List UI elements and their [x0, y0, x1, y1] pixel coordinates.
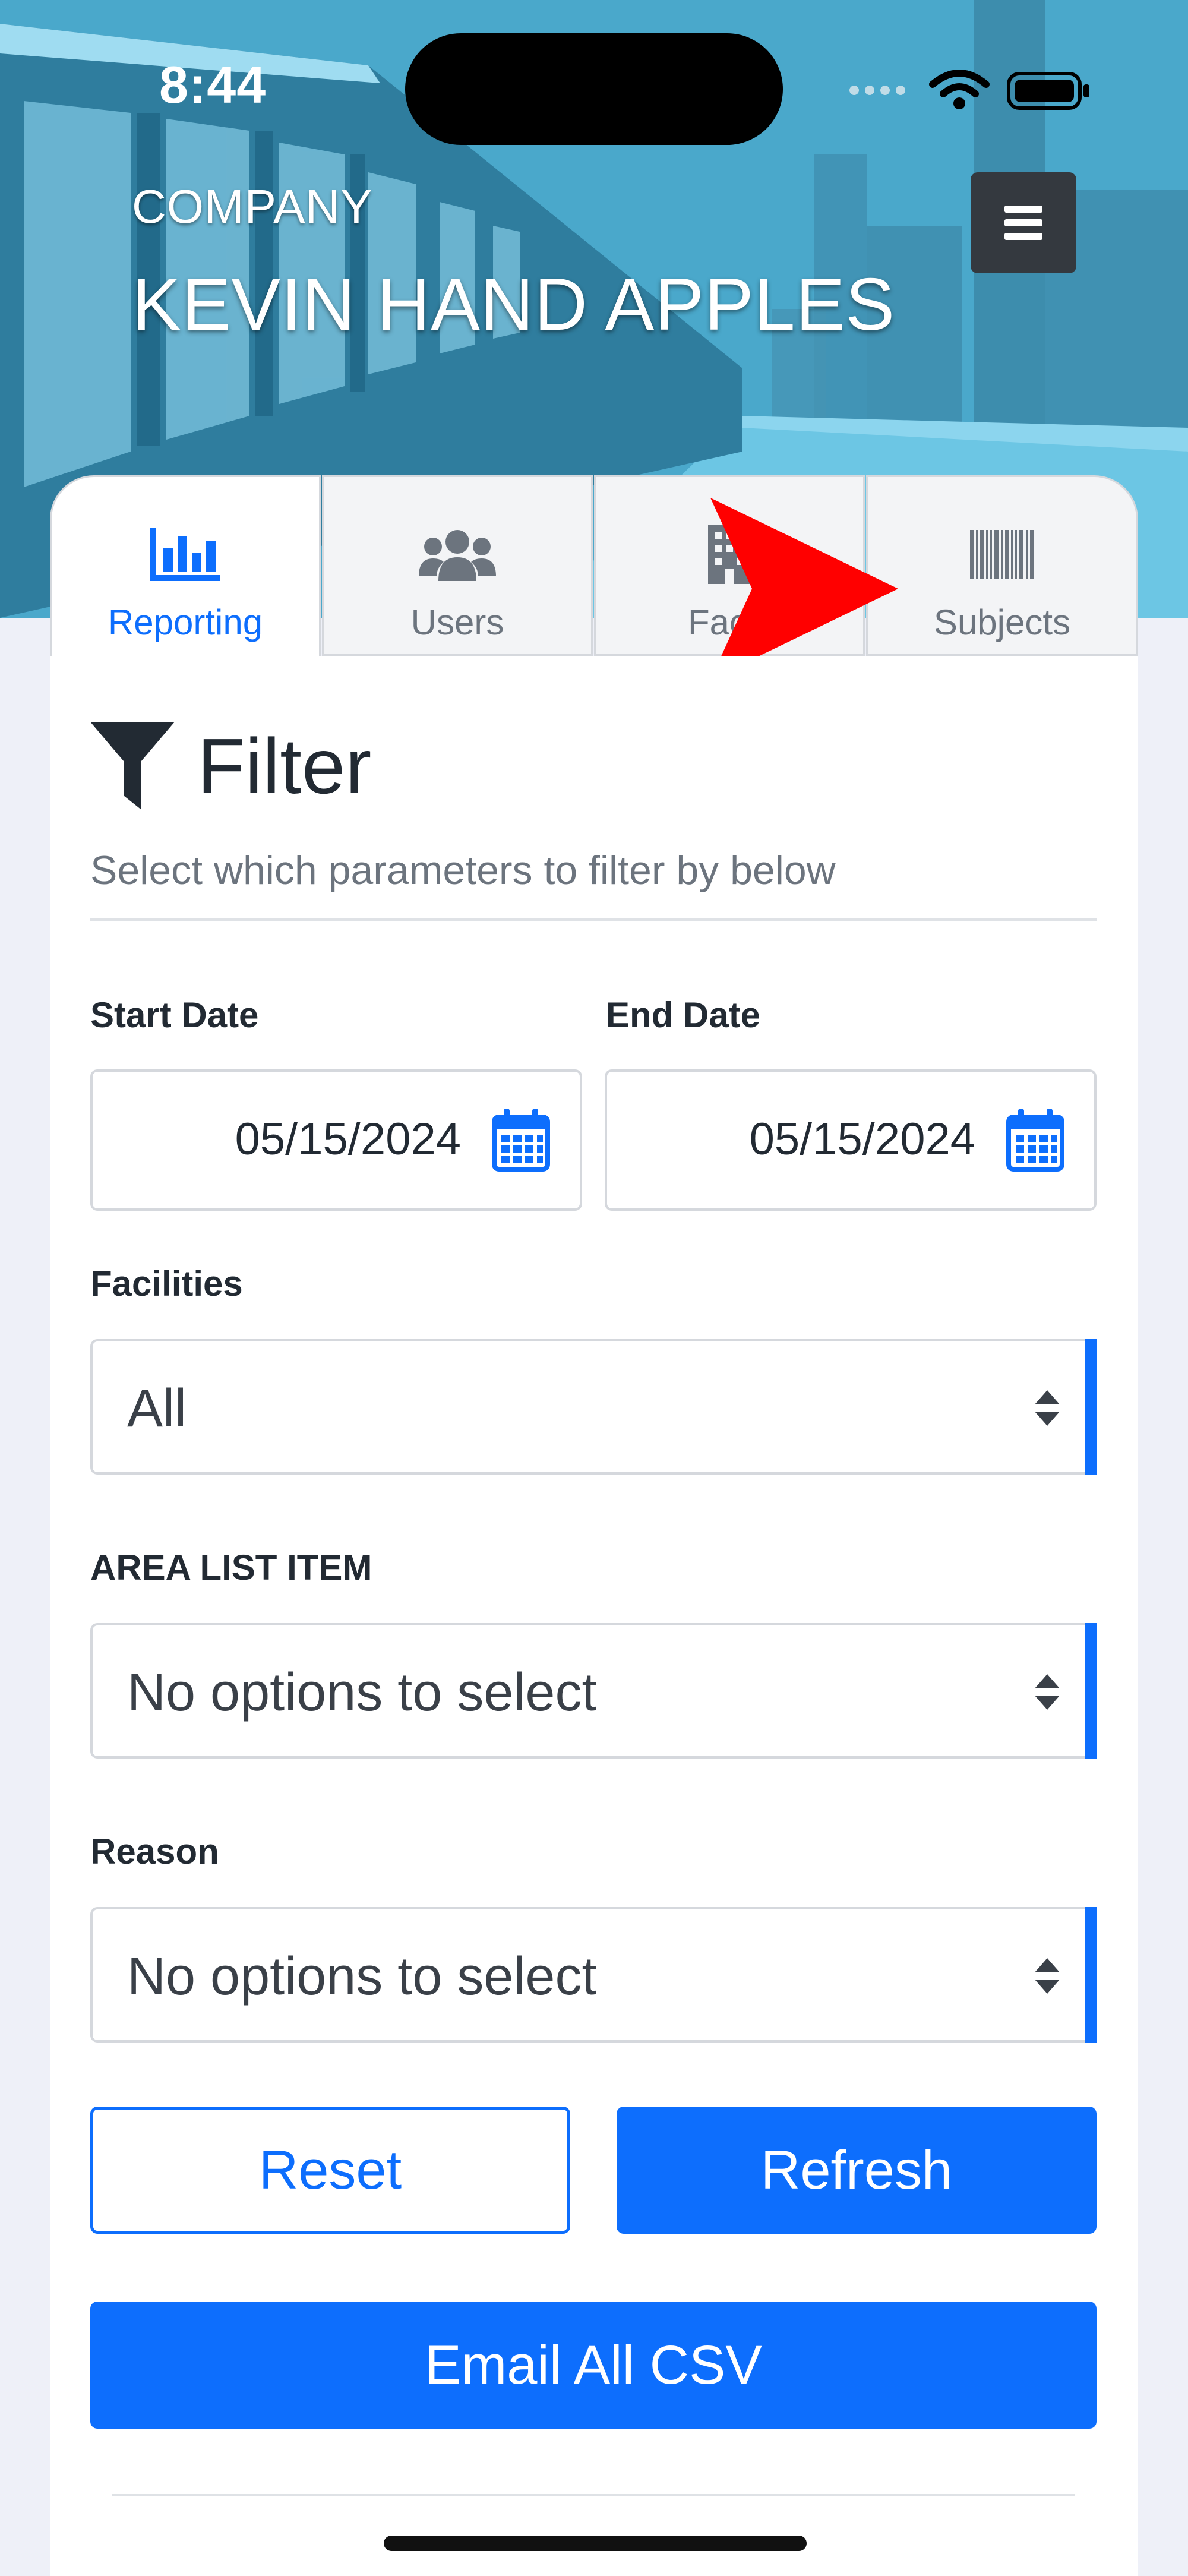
- home-indicator[interactable]: [384, 2536, 807, 2551]
- end-date-input[interactable]: 05/15/2024: [605, 1069, 1097, 1211]
- select-accent-bar: [1085, 1623, 1097, 1759]
- facilities-label: Facilities: [90, 1264, 243, 1303]
- area-list-item-select[interactable]: No options to select: [90, 1623, 1097, 1759]
- select-sort-arrows-icon: [1035, 1390, 1060, 1426]
- select-sort-arrows-icon: [1035, 1958, 1060, 1994]
- end-date-value: 05/15/2024: [749, 1114, 975, 1164]
- reset-button[interactable]: Reset: [90, 2107, 570, 2234]
- tab-label: Subjects: [933, 602, 1071, 642]
- refresh-button[interactable]: Refresh: [617, 2107, 1097, 2234]
- start-date-value: 05/15/2024: [235, 1114, 461, 1164]
- dynamic-island: [405, 33, 783, 145]
- facilities-selected-value: All: [127, 1379, 187, 1438]
- calendar-icon[interactable]: [492, 1109, 550, 1172]
- status-time: 8:44: [159, 55, 267, 114]
- divider: [112, 2494, 1075, 2496]
- bar-chart-icon: [150, 528, 220, 581]
- facilities-select[interactable]: All: [90, 1339, 1097, 1475]
- reason-selected-value: No options to select: [127, 1947, 597, 2006]
- area-selected-value: No options to select: [127, 1663, 597, 1722]
- divider: [90, 918, 1097, 921]
- barcode-icon: [970, 530, 1034, 579]
- tab-label: Users: [410, 602, 504, 642]
- select-accent-bar: [1085, 1339, 1097, 1475]
- end-date-label: End Date: [606, 995, 761, 1035]
- tab-reporting[interactable]: Reporting: [50, 475, 321, 659]
- filter-subtitle: Select which parameters to filter by bel…: [90, 848, 836, 893]
- tab-subjects[interactable]: Subjects: [866, 475, 1138, 656]
- funnel-filter-icon: [90, 722, 175, 810]
- company-name: KEVIN HAND APPLES: [132, 264, 896, 346]
- company-label: COMPANY: [132, 180, 373, 233]
- filter-title: Filter: [197, 722, 372, 810]
- start-date-input[interactable]: 05/15/2024: [90, 1069, 582, 1211]
- users-group-icon: [419, 530, 496, 581]
- tab-users[interactable]: Users: [322, 475, 593, 656]
- status-icons: [849, 70, 1089, 110]
- calendar-icon[interactable]: [1006, 1109, 1064, 1172]
- wifi-icon: [929, 70, 990, 97]
- select-sort-arrows-icon: [1035, 1674, 1060, 1710]
- battery-icon: [1007, 72, 1089, 110]
- cellular-signal-icon: [849, 86, 905, 95]
- reason-select[interactable]: No options to select: [90, 1907, 1097, 2043]
- filter-card: Filter Select which parameters to filter…: [50, 656, 1138, 2576]
- email-all-csv-button[interactable]: Email All CSV: [90, 2302, 1097, 2429]
- select-accent-bar: [1085, 1907, 1097, 2043]
- start-date-label: Start Date: [90, 995, 259, 1035]
- area-list-item-label: AREA LIST ITEM: [90, 1548, 372, 1587]
- reason-label: Reason: [90, 1832, 219, 1871]
- tab-label: Reporting: [108, 602, 263, 642]
- filter-header: Filter: [90, 721, 371, 810]
- menu-button[interactable]: [971, 172, 1076, 273]
- hamburger-menu-icon: [1004, 206, 1042, 240]
- red-pointer-arrow-icon: [710, 498, 898, 680]
